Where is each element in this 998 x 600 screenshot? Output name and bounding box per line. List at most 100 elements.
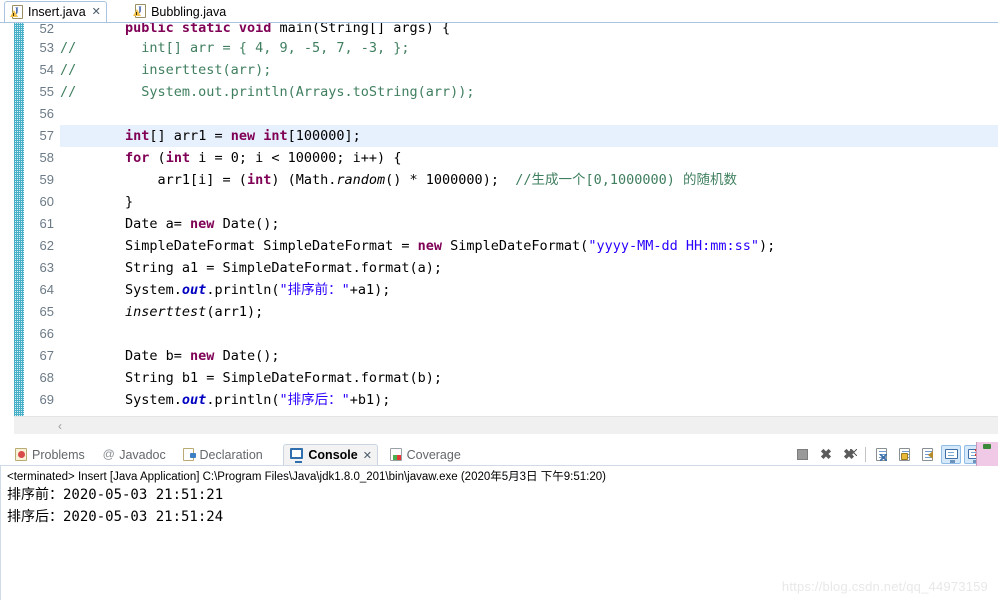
code-token: int [246, 172, 272, 188]
console-tab-label: Declaration [199, 447, 263, 462]
code-token: inserttest [125, 304, 207, 320]
code-line[interactable]: SimpleDateFormat SimpleDateFormat = new … [60, 235, 998, 257]
problems-icon [14, 447, 28, 462]
line-number: 63 [39, 260, 54, 275]
code-token: arr1[i] = ( [60, 172, 247, 188]
code-token: SimpleDateFormat( [442, 238, 589, 254]
code-token: //生成一个[0,1000000) 的随机数 [515, 172, 737, 188]
quick-diff-change-bar [14, 23, 24, 434]
line-number: 68 [39, 370, 54, 385]
code-line[interactable]: // inserttest(arr); [60, 59, 998, 81]
editor-tab-label: Bubbling.java [151, 4, 227, 19]
java-file-icon: J [133, 4, 147, 19]
console-tab-coverage[interactable]: Coverage [383, 444, 467, 465]
code-token: SimpleDateFormat SimpleDateFormat = [60, 238, 418, 254]
editor-console-splitter[interactable] [0, 434, 998, 442]
declaration-icon [182, 447, 196, 462]
console-output-line: 排序前：2020-05-03 21:51:21 [7, 487, 224, 503]
close-icon[interactable]: ✕ [363, 449, 372, 462]
console-tab-label: Problems [32, 447, 85, 462]
editor-tab-bar: J Insert.java ✕ J Bubbling.java [0, 0, 998, 22]
line-number: 65 [39, 304, 54, 319]
scroll-left-arrow-icon[interactable]: ‹ [58, 419, 62, 433]
word-wrap-button[interactable] [918, 445, 938, 464]
code-line[interactable]: arr1[i] = (int) (Math.random() * 1000000… [60, 169, 998, 191]
code-line[interactable]: // int[] arr = { 4, 9, -5, 7, -3, }; [60, 37, 998, 59]
scroll-lock-button[interactable] [895, 445, 915, 464]
line-number: 69 [39, 392, 54, 407]
editor-horizontal-scrollbar[interactable]: ‹ [14, 416, 998, 434]
code-line[interactable]: for (int i = 0; i < 100000; i++) { [60, 147, 998, 169]
console-tab-label: Console [308, 448, 358, 462]
console-tab-console[interactable]: Console ✕ [283, 444, 378, 465]
code-line[interactable]: Date b= new Date(); [60, 345, 998, 367]
code-text-area[interactable]: public static void main(String[] args) {… [60, 23, 998, 434]
code-token: public static void [125, 23, 280, 36]
code-line[interactable]: String b1 = SimpleDateFormat.format(b); [60, 367, 998, 389]
code-token: ]; [344, 128, 361, 144]
coverage-icon [389, 447, 403, 462]
remove-launch-button[interactable]: ✖ [816, 445, 836, 464]
code-token: for [125, 150, 150, 166]
code-line[interactable]: String a1 = SimpleDateFormat.format(a); [60, 257, 998, 279]
line-number: 58 [39, 150, 54, 165]
code-token: 100000 [295, 128, 345, 144]
code-token: ); [482, 172, 516, 188]
code-token: Date a= [60, 216, 191, 232]
remove-all-terminated-button[interactable]: ✖ [839, 445, 859, 464]
java-file-icon: J [10, 4, 24, 20]
code-token: int [165, 150, 191, 166]
console-view-menu-button[interactable] [976, 442, 998, 466]
editor-tab-insert-java[interactable]: J Insert.java ✕ [4, 1, 107, 22]
java-editor[interactable]: 52 53 54 55 56 57 58 59 60 61 62 63 64 65 66 67 68 69 pub… [0, 22, 998, 434]
code-line[interactable]: public static void main(String[] args) { [60, 23, 998, 37]
console-tab-javadoc[interactable]: @ Javadoc [95, 444, 172, 465]
console-tab-bar: ✖ ✖ Problems @ Javadoc Declaration Console ✕ Co… [0, 442, 998, 466]
code-line[interactable]: System.out.println("排序后："+b1); [60, 389, 998, 411]
code-token: random [336, 172, 386, 188]
editor-tab-bubbling-java[interactable]: J Bubbling.java [128, 1, 232, 22]
code-token: "排序后：" [279, 392, 350, 408]
code-token: new [417, 238, 443, 254]
code-line[interactable] [60, 323, 998, 345]
clear-console-button[interactable] [872, 445, 892, 464]
line-number: 64 [39, 282, 54, 297]
line-number: 62 [39, 238, 54, 253]
code-token: [ [287, 128, 296, 144]
code-line[interactable]: Date a= new Date(); [60, 213, 998, 235]
code-token: ; i < [238, 150, 288, 166]
console-tab-declaration[interactable]: Declaration [176, 444, 269, 465]
code-token: Date b= [60, 348, 191, 364]
code-token: .println( [206, 392, 280, 408]
code-token: out [181, 282, 207, 298]
editor-marker-column [0, 23, 14, 434]
code-token: ; i++) { [336, 150, 402, 166]
code-token: Date(); [214, 348, 280, 364]
console-tab-problems[interactable]: Problems [8, 444, 91, 465]
code-token: String b1 = SimpleDateFormat.format(b); [60, 370, 443, 386]
line-number: 60 [39, 194, 54, 209]
code-token: ( [149, 150, 166, 166]
code-line[interactable]: inserttest(arr1); [60, 301, 998, 323]
code-token: // System.out.println(Arrays.toString(ar… [60, 84, 475, 100]
code-token: 100000 [287, 150, 337, 166]
line-number-ruler: 52 53 54 55 56 57 58 59 60 61 62 63 64 65 66 67 68 69 [24, 23, 60, 434]
line-number: 54 [39, 62, 54, 77]
code-token: main(String[] args) { [279, 23, 451, 36]
code-token: +a1); [349, 282, 391, 298]
pin-console-button[interactable] [941, 445, 961, 464]
code-token: // int[] arr = { 4, 9, -5, 7, -3, }; [60, 40, 410, 56]
code-line[interactable]: int[] arr1 = new int[100000]; [60, 125, 998, 147]
line-number: 52 [39, 23, 54, 36]
close-icon[interactable]: ✕ [92, 6, 101, 18]
line-number: 56 [39, 106, 54, 121]
code-line[interactable] [60, 103, 998, 125]
code-line[interactable]: } [60, 191, 998, 213]
code-line[interactable]: // System.out.println(Arrays.toString(ar… [60, 81, 998, 103]
terminate-button[interactable] [793, 445, 813, 464]
code-token: 1000000 [425, 172, 483, 188]
code-line[interactable]: System.out.println("排序前："+a1); [60, 279, 998, 301]
code-token: // inserttest(arr); [60, 62, 272, 78]
